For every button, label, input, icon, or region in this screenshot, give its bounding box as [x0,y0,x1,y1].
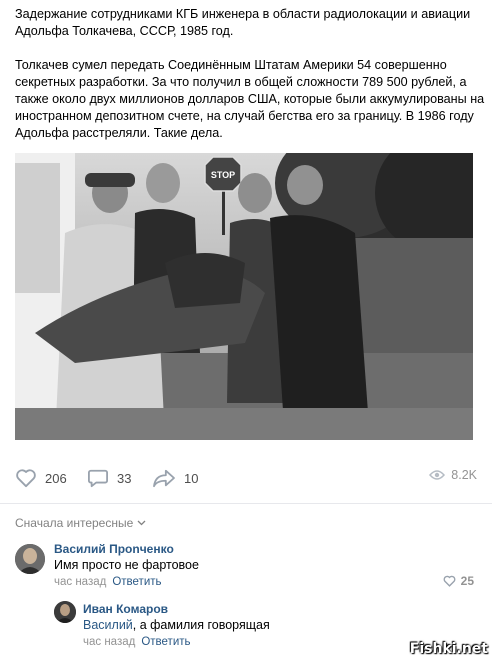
stop-sign-text: STOP [211,170,235,180]
mention-link[interactable]: Василий [83,618,133,632]
post-paragraph-2: Толкачев сумел передать Соединённым Штат… [15,58,485,140]
comment-text: Имя просто не фартовое [54,558,199,572]
comment-time[interactable]: час назад [83,636,135,648]
like-button[interactable]: 206 [15,468,67,488]
like-count: 206 [45,470,67,486]
avatar[interactable] [54,601,76,623]
share-icon [153,469,175,488]
avatar[interactable] [15,544,45,574]
comment-meta: час назад Ответить [54,576,162,588]
comment-button[interactable]: 33 [87,468,131,488]
post-actions: 206 33 10 8.2K [15,468,477,494]
divider [0,503,492,504]
eye-icon [429,470,446,480]
comment-author[interactable]: Василий Прonченко [54,542,174,556]
reply-button[interactable]: Ответить [112,576,161,588]
share-button[interactable]: 10 [152,468,198,488]
comment-like-count: 25 [460,574,474,588]
comment-count: 33 [117,470,132,486]
comment-like-button[interactable]: 25 [443,574,474,588]
comment-author[interactable]: Иван Комаров [83,602,168,616]
post-photo[interactable]: STOP [15,153,473,440]
views-count: 8.2K [451,468,477,482]
heart-icon [16,469,36,488]
heart-icon [443,575,456,587]
post-paragraph-1: Задержание сотрудниками КГБ инженера в о… [15,7,471,38]
comment-time[interactable]: час назад [54,576,106,588]
share-count: 10 [184,470,199,486]
comment-meta: час назад Ответить [83,636,191,648]
chevron-down-icon [137,520,146,526]
sort-label: Сначала интересные [15,516,134,530]
post-text: Задержание сотрудниками КГБ инженера в о… [15,6,485,159]
watermark: Fishki.net [409,641,488,657]
comment-icon [88,469,108,488]
comment-text-body: , а фамилия говорящая [132,618,270,632]
reply-button[interactable]: Ответить [141,636,190,648]
comments-sort-dropdown[interactable]: Сначала интересные [15,516,146,530]
comment-item: Василий Прonченко Имя просто не фартовое… [0,536,492,592]
comment-text: Василий, а фамилия говорящая [83,618,270,632]
views-counter: 8.2K [429,468,477,482]
